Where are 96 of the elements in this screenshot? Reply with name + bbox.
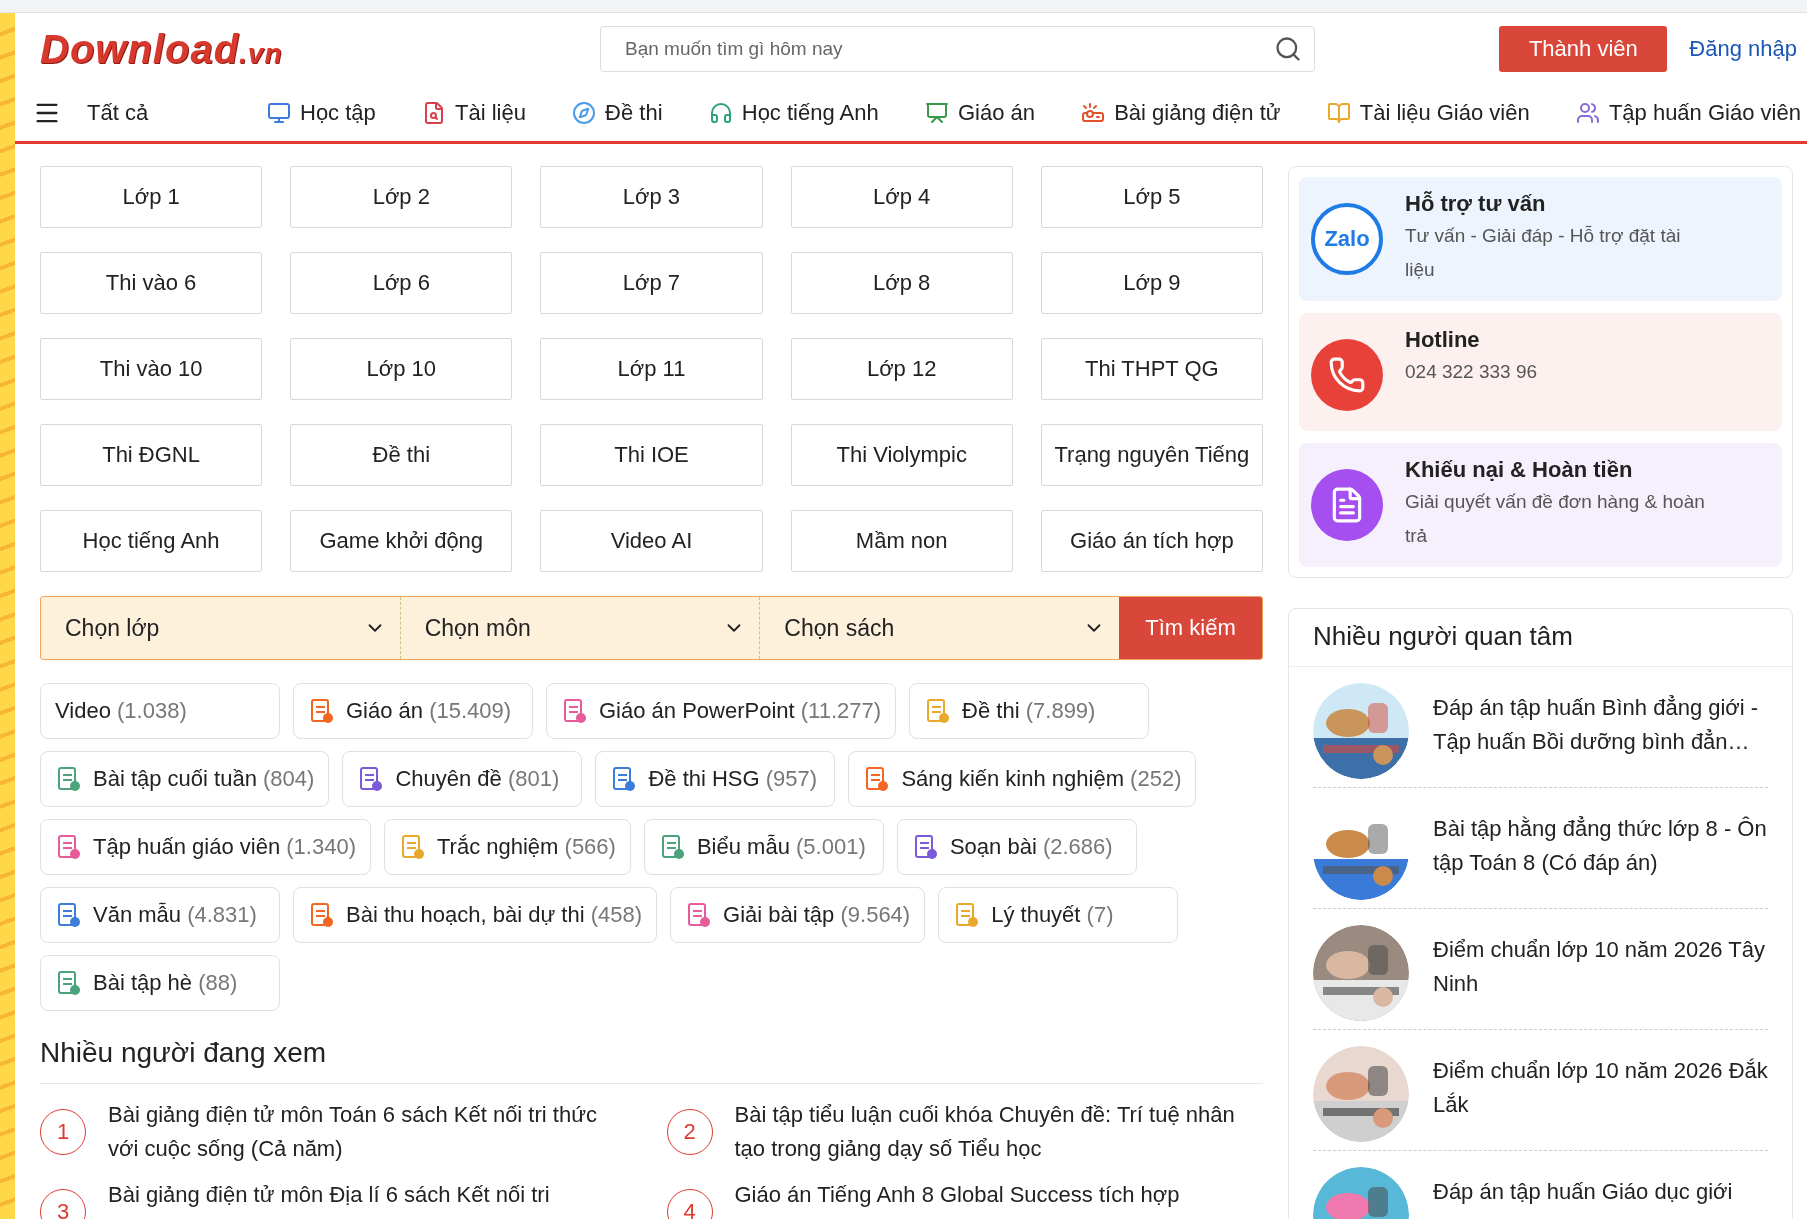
- nav-item[interactable]: Tất cả: [87, 100, 227, 126]
- document-icon: [55, 766, 81, 792]
- grade-button[interactable]: Video AI: [540, 510, 763, 572]
- article-link[interactable]: 4 Giáo án Tiếng Anh 8 Global Success tích hợp: [666, 1178, 1263, 1219]
- article-link[interactable]: Điểm chuẩn lớp 10 năm 2026 Tây Ninh: [1313, 909, 1768, 1030]
- category-tag[interactable]: Biểu mẫu (5.001): [643, 819, 884, 875]
- category-tag[interactable]: Lý thuyết (7): [938, 887, 1179, 943]
- grade-button[interactable]: Lớp 1: [40, 166, 263, 228]
- category-tag[interactable]: Giáo án (15.409): [293, 683, 533, 739]
- member-button[interactable]: Thành viên: [1499, 26, 1668, 72]
- nav-item[interactable]: Tài liệu: [422, 100, 526, 126]
- grade-button[interactable]: Đề thi: [290, 424, 513, 486]
- document-icon: [308, 902, 334, 928]
- article-link[interactable]: Bài tập hằng đẳng thức lớp 8 - Ôn tập Toán 8 (Có đáp án): [1313, 788, 1768, 909]
- grade-button[interactable]: Mầm non: [790, 510, 1013, 572]
- category-tag[interactable]: Chuyên đề (801): [342, 751, 583, 807]
- grade-button[interactable]: Lớp 7: [540, 252, 763, 314]
- category-tag[interactable]: Đề thi (7.899): [909, 683, 1150, 739]
- grade-button[interactable]: Lớp 5: [1040, 166, 1263, 228]
- grade-button[interactable]: Lớp 12: [790, 338, 1013, 400]
- monitor-icon: [267, 101, 291, 125]
- search-bar[interactable]: Bạn muốn tìm gì hôm nay: [600, 26, 1315, 72]
- article-link[interactable]: 1 Bài giảng điện tử môn Toán 6 sách Kết nối tri thức với cuộc sống (Cả năm): [40, 1098, 637, 1166]
- card-title: Nhiều người quan tâm: [1289, 609, 1792, 667]
- category-tag[interactable]: Giáo án PowerPoint (11.277): [546, 683, 897, 739]
- article-link[interactable]: 2 Bài tập tiểu luận cuối khóa Chuyên đề: Trí tuệ nhân tạo trong giảng dạy số Tiểu học: [666, 1098, 1263, 1166]
- article-link[interactable]: Điểm chuẩn lớp 10 năm 2026 Đắk Lắk: [1313, 1030, 1768, 1151]
- grade-button[interactable]: Thi vào 6: [40, 252, 263, 314]
- document-icon: [953, 902, 980, 928]
- grade-button[interactable]: Game khởi động: [290, 510, 513, 572]
- document-icon: [308, 698, 334, 724]
- nav-item[interactable]: Tài liệu Giáo viên: [1326, 100, 1530, 126]
- grade-button[interactable]: Lớp 2: [290, 166, 513, 228]
- grade-button[interactable]: Lớp 4: [790, 166, 1013, 228]
- category-tag[interactable]: Sáng kiến kinh nghiệm (252): [848, 751, 1197, 807]
- grade-button[interactable]: Lớp 10: [290, 338, 513, 400]
- category-tag[interactable]: Bài tập hè (88): [40, 955, 280, 1011]
- easel-icon: [924, 101, 949, 125]
- document-icon: [55, 902, 81, 928]
- category-tag[interactable]: Trắc nghiệm (566): [384, 819, 631, 875]
- category-tag[interactable]: Văn mẫu (4.831): [40, 887, 280, 943]
- document-icon: [561, 698, 587, 724]
- login-link[interactable]: Đăng nhập: [1689, 36, 1797, 62]
- book-icon: [1326, 101, 1351, 125]
- people-icon: [1575, 101, 1600, 125]
- select-dropdown[interactable]: Chọn môn: [399, 597, 760, 659]
- grade-button[interactable]: Lớp 11: [540, 338, 763, 400]
- document-icon: [685, 902, 712, 928]
- grade-button[interactable]: Lớp 9: [1040, 252, 1263, 314]
- grade-button[interactable]: Trạng nguyên Tiếng: [1040, 424, 1263, 486]
- nav-item[interactable]: Học tập: [267, 100, 376, 126]
- document-icon: [55, 834, 81, 860]
- select-dropdown[interactable]: Chọn lớp: [41, 597, 400, 659]
- grade-button[interactable]: Thi IOE: [540, 424, 763, 486]
- document-icon: [610, 766, 637, 792]
- grade-button[interactable]: Giáo án tích hợp: [1040, 510, 1263, 572]
- grade-button[interactable]: Thi ĐGNL: [40, 424, 263, 486]
- category-tag[interactable]: Giải bài tập (9.564): [670, 887, 926, 943]
- search-icon[interactable]: [1274, 35, 1302, 63]
- grade-button[interactable]: Thi vào 10: [40, 338, 263, 400]
- support-item[interactable]: Khiếu nại & Hoàn tiền Giải quyết vấn đề đơn hàng & hoàn trả: [1299, 443, 1782, 567]
- nav-item[interactable]: Học tiếng Anh: [708, 100, 879, 126]
- compass-icon: [572, 101, 597, 125]
- document-icon: [399, 834, 425, 860]
- zalo-logo: Zalo: [1311, 203, 1383, 275]
- document-icon: [863, 766, 890, 792]
- grade-button[interactable]: Lớp 6: [290, 252, 513, 314]
- nav-item[interactable]: Giáo án: [924, 100, 1035, 126]
- category-tag[interactable]: Đề thi HSG (957): [595, 751, 836, 807]
- category-tag[interactable]: Soạn bài (2.686): [896, 819, 1137, 875]
- document-icon: [55, 970, 81, 996]
- article-link[interactable]: 3 Bài giảng điện tử môn Địa lí 6 sách Kết nối tri: [40, 1178, 637, 1219]
- document-icon: [357, 766, 384, 792]
- projector-icon: [1081, 101, 1106, 125]
- category-tag[interactable]: Bài thu hoạch, bài dự thi (458): [293, 887, 658, 943]
- support-item[interactable]: Zalo Hỗ trợ tư vấn Tư vấn - Giải đáp - Hỗ trợ đặt tài liệu: [1299, 177, 1782, 301]
- category-tag[interactable]: Tập huấn giáo viên (1.340): [40, 819, 371, 875]
- grade-button[interactable]: Học tiếng Anh: [40, 510, 263, 572]
- category-tag[interactable]: Bài tập cuối tuần (804): [40, 751, 330, 807]
- grade-button[interactable]: Thi THPT QG: [1040, 338, 1263, 400]
- file-search-icon: [422, 101, 446, 125]
- nav-item[interactable]: Đề thi: [572, 100, 663, 126]
- support-item[interactable]: Hotline 024 322 333 96: [1299, 313, 1782, 431]
- grade-button[interactable]: Lớp 8: [790, 252, 1013, 314]
- article-link[interactable]: Đáp án tập huấn Giáo dục giới: [1313, 1151, 1768, 1219]
- document-icon: [924, 698, 951, 724]
- headphones-icon: [708, 101, 733, 125]
- search-button[interactable]: Tìm kiếm: [1119, 597, 1262, 659]
- site-logo[interactable]: Download.vn: [40, 26, 580, 72]
- nav-item[interactable]: Tập huấn Giáo viên: [1575, 100, 1801, 126]
- category-tag[interactable]: Video (1.038): [40, 683, 280, 739]
- article-link[interactable]: Đáp án tập huấn Bình đẳng giới - Tập huấn Bồi dưỡng bình đẳn…: [1313, 667, 1768, 788]
- nav-item[interactable]: Bài giảng điện tử: [1081, 100, 1281, 126]
- section-title: Nhiều người đang xem: [40, 1037, 1263, 1084]
- grade-button[interactable]: Thi Violympic: [790, 424, 1013, 486]
- grade-button[interactable]: Lớp 3: [540, 166, 763, 228]
